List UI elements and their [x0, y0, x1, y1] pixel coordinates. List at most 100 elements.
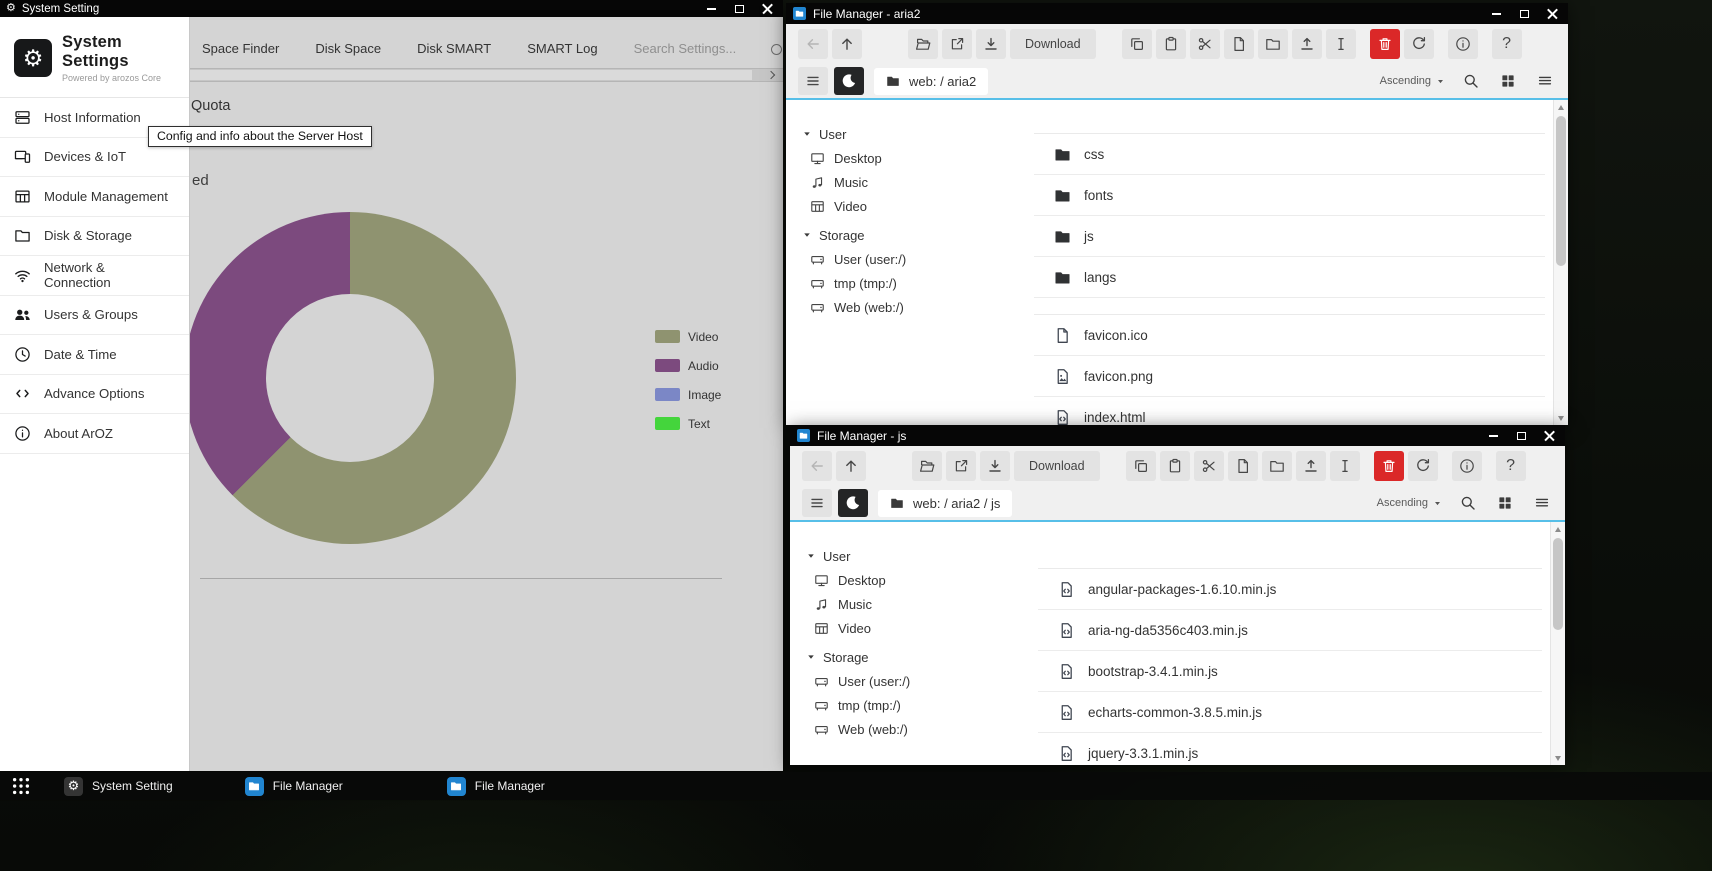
- file-row[interactable]: fonts: [1034, 175, 1545, 216]
- menu-button[interactable]: [802, 489, 832, 517]
- info-button[interactable]: [1448, 29, 1478, 59]
- close-button[interactable]: [1538, 3, 1566, 24]
- scrollbar-thumb[interactable]: [1553, 538, 1563, 630]
- sidebar-item-network-connection[interactable]: Network & Connection: [0, 256, 189, 296]
- scrollbar-thumb[interactable]: [1556, 116, 1566, 266]
- open-external-button[interactable]: [946, 451, 976, 481]
- tree-item-tmp-drive[interactable]: tmp (tmp:/): [806, 693, 1038, 717]
- fm-titlebar[interactable]: File Manager - js: [790, 425, 1565, 446]
- sidebar-item-advance-options[interactable]: Advance Options: [0, 375, 189, 415]
- file-row[interactable]: jquery-3.3.1.min.js: [1038, 733, 1542, 765]
- rename-button[interactable]: [1326, 29, 1356, 59]
- download-button[interactable]: Download: [1010, 29, 1096, 59]
- grid-view-button[interactable]: [1497, 70, 1519, 92]
- file-row[interactable]: index.html: [1034, 397, 1545, 425]
- cut-button[interactable]: [1190, 29, 1220, 59]
- scroll-down-button[interactable]: [1554, 411, 1568, 425]
- file-row[interactable]: bootstrap-3.4.1.min.js: [1038, 651, 1542, 692]
- tree-item-video[interactable]: Video: [806, 616, 1038, 640]
- tree-section-storage[interactable]: Storage: [806, 645, 1038, 669]
- file-row[interactable]: aria-ng-da5356c403.min.js: [1038, 610, 1542, 651]
- tree-section-user[interactable]: User: [806, 544, 1038, 568]
- vertical-scrollbar[interactable]: [1550, 522, 1565, 765]
- upload-button[interactable]: [1292, 29, 1322, 59]
- new-file-button[interactable]: [1224, 29, 1254, 59]
- search-button[interactable]: [1457, 492, 1479, 514]
- paste-button[interactable]: [1160, 451, 1190, 481]
- taskbar-item-file-manager-2[interactable]: File Manager: [447, 777, 545, 796]
- download-icon-button[interactable]: [980, 451, 1010, 481]
- delete-button[interactable]: [1374, 451, 1404, 481]
- tree-item-desktop[interactable]: Desktop: [802, 146, 1034, 170]
- minimize-button[interactable]: [1482, 3, 1510, 24]
- open-folder-button[interactable]: [908, 29, 938, 59]
- up-button[interactable]: [832, 29, 862, 59]
- file-row[interactable]: langs: [1034, 257, 1545, 298]
- rename-button[interactable]: [1330, 451, 1360, 481]
- tab-disk-smart[interactable]: Disk SMART: [417, 41, 491, 56]
- help-button[interactable]: ?: [1492, 29, 1522, 59]
- file-row[interactable]: js: [1034, 216, 1545, 257]
- open-folder-button[interactable]: [912, 451, 942, 481]
- file-row[interactable]: echarts-common-3.8.5.min.js: [1038, 692, 1542, 733]
- paste-button[interactable]: [1156, 29, 1186, 59]
- file-row[interactable]: angular-packages-1.6.10.min.js: [1038, 569, 1542, 610]
- cut-button[interactable]: [1194, 451, 1224, 481]
- new-folder-button[interactable]: [1262, 451, 1292, 481]
- maximize-button[interactable]: [1507, 425, 1535, 446]
- sidebar-item-module-management[interactable]: Module Management: [0, 177, 189, 217]
- tree-item-desktop[interactable]: Desktop: [806, 568, 1038, 592]
- tab-smart-log[interactable]: SMART Log: [527, 41, 597, 56]
- scroll-up-button[interactable]: [1551, 522, 1565, 536]
- tree-item-web-drive[interactable]: Web (web:/): [802, 295, 1034, 319]
- tree-item-video[interactable]: Video: [802, 194, 1034, 218]
- taskbar-item-system-setting[interactable]: ⚙ System Setting: [64, 777, 173, 796]
- up-button[interactable]: [836, 451, 866, 481]
- vertical-scrollbar[interactable]: [1553, 100, 1568, 425]
- minimize-button[interactable]: [697, 0, 725, 17]
- minimize-button[interactable]: [1479, 425, 1507, 446]
- tree-item-user-drive[interactable]: User (user:/): [802, 247, 1034, 271]
- app-launcher-button[interactable]: [8, 773, 34, 799]
- list-view-button[interactable]: [1534, 70, 1556, 92]
- tree-item-music[interactable]: Music: [806, 592, 1038, 616]
- tree-item-web-drive[interactable]: Web (web:/): [806, 717, 1038, 741]
- tree-item-tmp-drive[interactable]: tmp (tmp:/): [802, 271, 1034, 295]
- taskbar-item-file-manager-1[interactable]: File Manager: [245, 777, 343, 796]
- sidebar-item-date-time[interactable]: Date & Time: [0, 335, 189, 375]
- download-button[interactable]: Download: [1014, 451, 1100, 481]
- copy-button[interactable]: [1122, 29, 1152, 59]
- tree-section-storage[interactable]: Storage: [802, 223, 1034, 247]
- tree-section-user[interactable]: User: [802, 122, 1034, 146]
- scroll-down-button[interactable]: [1551, 751, 1565, 765]
- sidebar-item-users-groups[interactable]: Users & Groups: [0, 296, 189, 336]
- tabs-horizontal-scrollbar[interactable]: [190, 68, 783, 82]
- search-button[interactable]: [1460, 70, 1482, 92]
- breadcrumb[interactable]: web: / aria2 / js: [878, 490, 1012, 517]
- grid-view-button[interactable]: [1494, 492, 1516, 514]
- new-file-button[interactable]: [1228, 451, 1258, 481]
- close-button[interactable]: [1535, 425, 1563, 446]
- tab-space-finder[interactable]: Space Finder: [202, 41, 279, 56]
- open-external-button[interactable]: [942, 29, 972, 59]
- file-row[interactable]: css: [1034, 134, 1545, 175]
- scroll-up-button[interactable]: [1554, 100, 1568, 114]
- refresh-button[interactable]: [1404, 29, 1434, 59]
- help-button[interactable]: ?: [1496, 451, 1526, 481]
- info-button[interactable]: [1452, 451, 1482, 481]
- back-button[interactable]: [798, 29, 828, 59]
- tab-disk-space[interactable]: Disk Space: [315, 41, 381, 56]
- copy-button[interactable]: [1126, 451, 1156, 481]
- scrollbar-thumb[interactable]: [190, 70, 752, 80]
- maximize-button[interactable]: [1510, 3, 1538, 24]
- settings-titlebar[interactable]: ⚙ System Setting: [0, 0, 783, 17]
- download-icon-button[interactable]: [976, 29, 1006, 59]
- theme-toggle-button[interactable]: [834, 67, 864, 95]
- refresh-button[interactable]: [1408, 451, 1438, 481]
- sidebar-item-disk-storage[interactable]: Disk & Storage: [0, 217, 189, 257]
- sidebar-item-about-aroz[interactable]: About ArOZ: [0, 414, 189, 454]
- new-folder-button[interactable]: [1258, 29, 1288, 59]
- tree-item-user-drive[interactable]: User (user:/): [806, 669, 1038, 693]
- breadcrumb[interactable]: web: / aria2: [874, 68, 988, 95]
- file-row[interactable]: favicon.png: [1034, 356, 1545, 397]
